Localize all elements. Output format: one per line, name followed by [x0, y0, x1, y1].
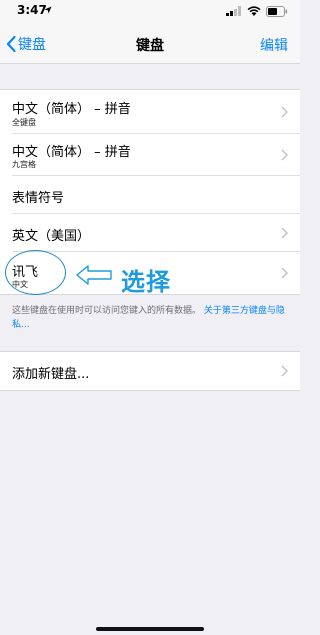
chevron-right-icon — [281, 105, 288, 118]
keyboard-row-pinyin-9key[interactable]: 中文（简体） – 拼音 九宫格 — [0, 134, 300, 176]
annotation-arrow-icon — [76, 265, 112, 285]
add-keyboard-group: 添加新键盘... — [0, 351, 300, 391]
chevron-right-icon — [281, 365, 288, 377]
annotation-label: 选择 — [121, 268, 171, 296]
keyboard-row-title: 中文（简体） – 拼音 — [12, 102, 131, 117]
keyboard-row-subtitle: 九宫格 — [12, 160, 36, 169]
navigation-bar: 键盘 键盘 编辑 — [0, 22, 300, 64]
chevron-right-icon — [281, 267, 288, 279]
keyboard-row-emoji[interactable]: 表情符号 — [0, 176, 300, 214]
status-bar: 3:47 — [0, 0, 300, 22]
keyboard-row-pinyin-full[interactable]: 中文（简体） – 拼音 全键盘 — [0, 90, 300, 134]
chevron-right-icon — [281, 148, 288, 161]
edit-button[interactable]: 编辑 — [260, 35, 288, 55]
privacy-footer-note: 这些键盘在使用时可以访问您键入的所有数据。 关于第三方键盘与隐私... — [12, 304, 290, 332]
wifi-icon — [247, 6, 261, 16]
signal-icon — [226, 6, 241, 16]
location-arrow-icon — [44, 6, 52, 14]
keyboard-row-title: 表情符号 — [12, 191, 65, 206]
keyboard-row-title: 英文（美国） — [12, 229, 91, 244]
keyboard-row-subtitle: 全键盘 — [12, 118, 36, 127]
status-time: 3:47 — [17, 3, 47, 17]
keyboard-row-english-us[interactable]: 英文（美国） — [0, 214, 300, 252]
keyboard-row-title: 中文（简体） – 拼音 — [12, 145, 131, 160]
privacy-note-text: 这些键盘在使用时可以访问您键入的所有数据。 — [12, 306, 202, 316]
annotation-highlight-oval — [5, 250, 66, 295]
home-indicator[interactable] — [96, 627, 204, 631]
add-keyboard-label: 添加新键盘... — [12, 367, 90, 382]
battery-icon — [266, 5, 288, 17]
page-title: 键盘 — [136, 38, 164, 54]
add-keyboard-button[interactable]: 添加新键盘... — [0, 352, 300, 390]
chevron-right-icon — [281, 226, 288, 239]
